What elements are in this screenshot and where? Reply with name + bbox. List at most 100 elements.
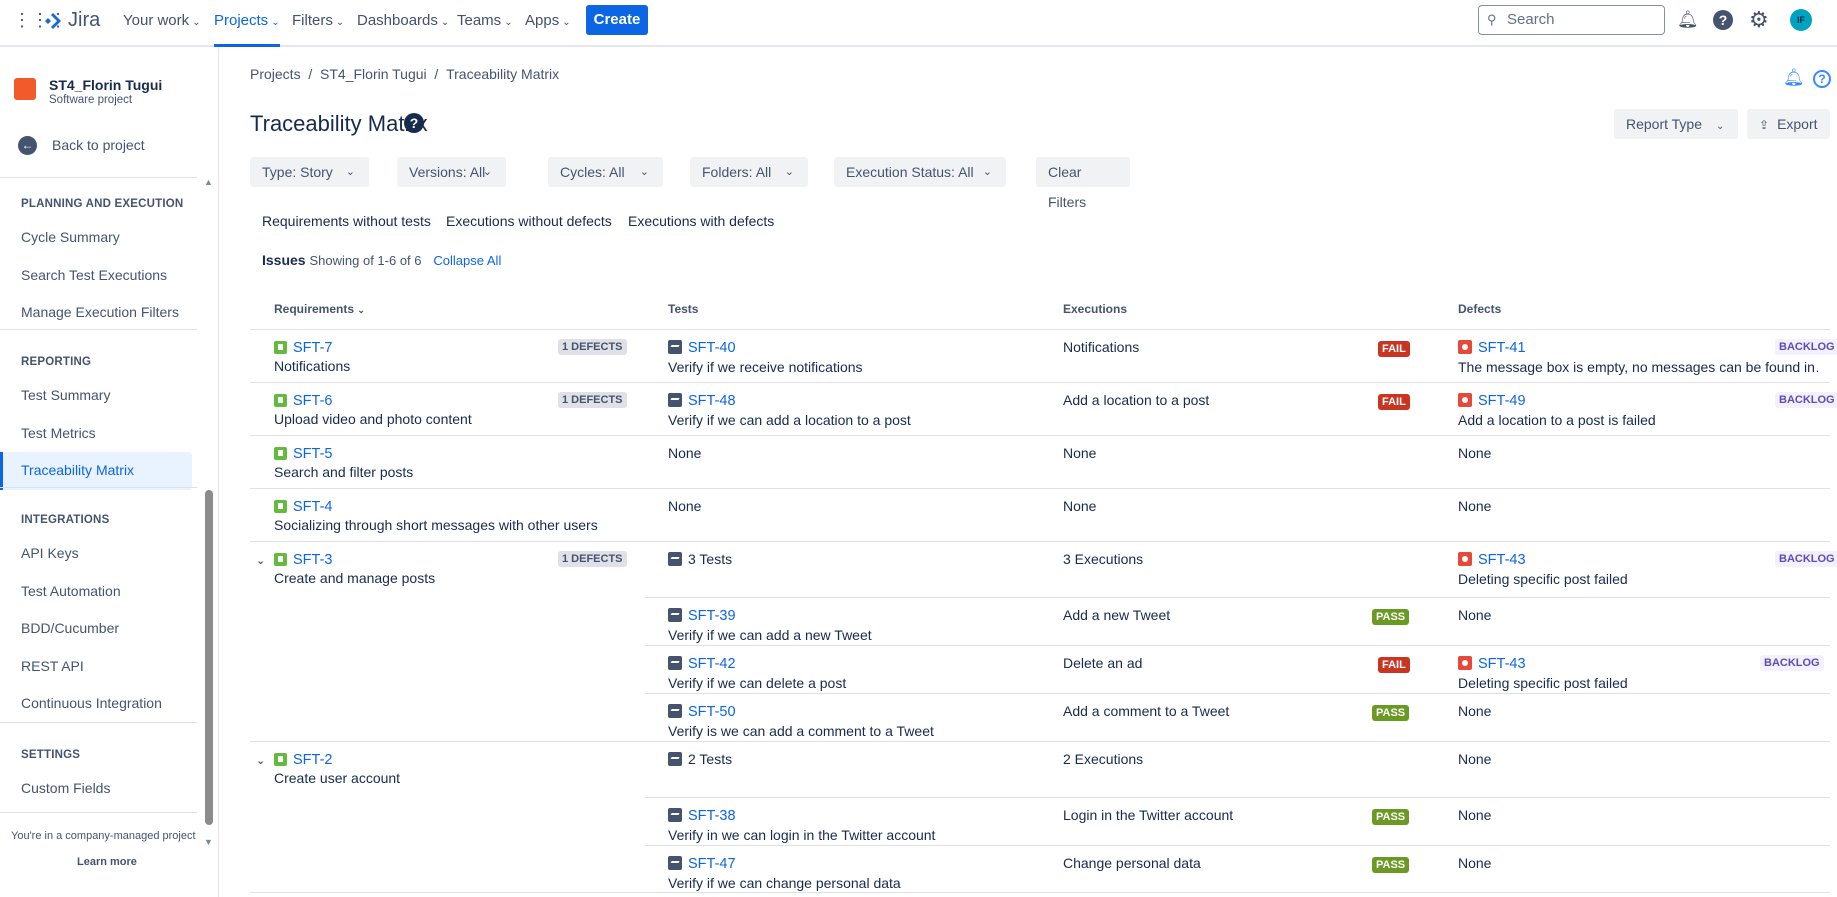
filter-label: Type: Story — [262, 164, 333, 180]
tab-executions-with-defects[interactable]: Executions with defects — [628, 213, 774, 229]
learn-more-link[interactable]: Learn more — [77, 856, 137, 868]
defect-key-link[interactable]: SFT-43 — [1478, 656, 1526, 672]
sidebar-item-bdd-cucumber[interactable]: BDD/Cucumber — [21, 620, 119, 636]
requirement-key-link[interactable]: SFT-7 — [293, 340, 332, 356]
execution-name[interactable]: Notifications — [1063, 339, 1139, 355]
requirement-key[interactable]: SFT-6 — [274, 392, 332, 409]
jira-logo-icon[interactable] — [43, 11, 63, 31]
nav-teams[interactable]: Teams ⌄ — [457, 0, 513, 47]
execution-name[interactable]: Change personal data — [1063, 855, 1201, 871]
filter-cycles[interactable]: Cycles: All ⌄ — [548, 157, 663, 187]
help-icon[interactable]: ? — [1713, 10, 1733, 30]
requirement-key[interactable]: SFT-7 — [274, 339, 332, 356]
back-arrow-icon: ← — [18, 136, 37, 155]
nav-your-work[interactable]: Your work ⌄ — [123, 0, 201, 47]
test-summary: Verify if we can delete a post — [668, 675, 847, 691]
sidebar-item-test-automation[interactable]: Test Automation — [21, 583, 121, 599]
defect-cell: SFT-49 Add a location to a post is failed — [1458, 392, 1818, 428]
create-button[interactable]: Create — [586, 5, 648, 35]
breadcrumb-project[interactable]: ST4_Florin Tugui — [320, 66, 427, 82]
nav-filters[interactable]: Filters ⌄ — [292, 0, 344, 47]
execution-name[interactable]: None — [1063, 498, 1096, 514]
jira-logo-text[interactable]: Jira — [68, 9, 100, 32]
requirement-key[interactable]: SFT-3 — [274, 551, 332, 568]
requirement-key-link[interactable]: SFT-3 — [293, 552, 332, 568]
test-key-link[interactable]: SFT-42 — [688, 656, 736, 672]
filter-folders[interactable]: Folders: All ⌄ — [690, 157, 808, 187]
test-key-link[interactable]: SFT-48 — [688, 393, 736, 409]
requirement-key-link[interactable]: SFT-4 — [293, 499, 332, 515]
test-key-link[interactable]: SFT-50 — [688, 704, 736, 720]
sidebar-item-traceability-matrix[interactable]: Traceability Matrix — [21, 462, 134, 478]
test-key-link[interactable]: SFT-39 — [688, 608, 736, 624]
test-key-link[interactable]: SFT-38 — [688, 808, 736, 824]
sidebar-item-custom-fields[interactable]: Custom Fields — [21, 780, 110, 796]
sidebar-item-api-keys[interactable]: API Keys — [21, 545, 79, 561]
defect-key-link[interactable]: SFT-49 — [1478, 393, 1526, 409]
requirement-key-link[interactable]: SFT-6 — [293, 393, 332, 409]
tab-executions-without-defects[interactable]: Executions without defects — [446, 213, 612, 229]
sidebar-divider — [0, 329, 197, 330]
test-summary: Verify if we can add a location to a pos… — [668, 412, 911, 428]
expand-chevron-icon[interactable]: ⌄ — [256, 554, 265, 567]
requirement-key[interactable]: SFT-2 — [274, 751, 332, 768]
nav-projects[interactable]: Projects ⌄ — [214, 0, 280, 47]
filter-type[interactable]: Type: Story ⌄ — [250, 157, 369, 187]
breadcrumb-projects[interactable]: Projects — [250, 66, 301, 82]
settings-gear-icon[interactable]: ⚙ — [1749, 7, 1769, 33]
export-button[interactable]: ⇪ Export — [1747, 109, 1830, 139]
report-type-dropdown[interactable]: Report Type ⌄ — [1614, 109, 1738, 139]
execution-name[interactable]: 2 Executions — [1063, 751, 1143, 767]
clear-filters-button[interactable]: Clear Filters — [1036, 157, 1130, 210]
help-circle-icon[interactable]: ? — [1813, 70, 1831, 88]
defect-status-badge: BACKLOG — [1775, 551, 1837, 567]
page-title: Traceability Matrix — [250, 111, 428, 136]
execution-name[interactable]: Add a new Tweet — [1063, 607, 1170, 623]
defect-key-link[interactable]: SFT-41 — [1478, 340, 1526, 356]
execution-name[interactable]: Add a location to a post — [1063, 392, 1209, 408]
table-row: SFT-6 Upload video and photo content 1 DEF… — [250, 382, 1837, 436]
requirement-summary: Upload video and photo content — [274, 411, 472, 427]
execution-name[interactable]: Login in the Twitter account — [1063, 807, 1233, 823]
story-icon — [274, 753, 287, 766]
test-key-link[interactable]: SFT-40 — [688, 340, 736, 356]
avatar[interactable]: IF — [1790, 9, 1812, 31]
column-header-requirements[interactable]: Requirements ⌄ — [274, 302, 365, 316]
sidebar-divider — [0, 487, 197, 488]
requirement-key-link[interactable]: SFT-2 — [293, 752, 332, 768]
search-input[interactable]: ⚲ Search — [1478, 5, 1665, 35]
sidebar-section-heading: PLANNING AND EXECUTION — [21, 198, 184, 210]
project-name[interactable]: ST4_Florin Tugui — [49, 77, 162, 93]
back-to-project-link[interactable]: Back to project — [52, 137, 145, 153]
filter-versions[interactable]: Versions: All ⌄ — [397, 157, 506, 187]
sidebar-item-test-summary[interactable]: Test Summary — [21, 387, 110, 403]
tab-requirements-without-tests[interactable]: Requirements without tests — [262, 213, 431, 229]
execution-name[interactable]: 3 Executions — [1063, 551, 1143, 567]
execution-name[interactable]: None — [1063, 445, 1096, 461]
sidebar-item-continuous-integration[interactable]: Continuous Integration — [21, 695, 162, 711]
sidebar-item-manage-execution-filters[interactable]: Manage Execution Filters — [21, 304, 179, 320]
breadcrumb-current[interactable]: Traceability Matrix — [446, 66, 559, 82]
title-help-icon[interactable]: ? — [404, 113, 424, 133]
execution-name[interactable]: Add a comment to a Tweet — [1063, 703, 1229, 719]
table-row: SFT-7 Notifications 1 DEFECTS SFT-40 Verify … — [250, 329, 1837, 382]
nav-apps[interactable]: Apps ⌄ — [525, 0, 571, 47]
requirement-key[interactable]: SFT-4 — [274, 498, 332, 515]
sidebar-item-search-test-executions[interactable]: Search Test Executions — [21, 267, 167, 283]
notifications-icon[interactable]: 🔔︎ — [1677, 10, 1699, 30]
collapse-all-link[interactable]: Collapse All — [433, 253, 501, 268]
sidebar-item-test-metrics[interactable]: Test Metrics — [21, 425, 96, 441]
nav-dashboards[interactable]: Dashboards ⌄ — [357, 0, 449, 47]
expand-chevron-icon[interactable]: ⌄ — [256, 754, 265, 767]
requirement-key-link[interactable]: SFT-5 — [293, 446, 332, 462]
sidebar-item-rest-api[interactable]: REST API — [21, 658, 84, 674]
filter-execution-status[interactable]: Execution Status: All ⌄ — [834, 157, 1006, 187]
test-row: SFT-48 Verify if we can add a location to… — [645, 383, 1837, 436]
defect-key-link[interactable]: SFT-43 — [1478, 552, 1526, 568]
execution-name[interactable]: Delete an ad — [1063, 655, 1142, 671]
sidebar-scrollbar[interactable]: ▲ ▼ — [204, 177, 214, 847]
bell-icon[interactable]: 🔔︎ — [1783, 68, 1805, 88]
sidebar-item-cycle-summary[interactable]: Cycle Summary — [21, 229, 120, 245]
requirement-key[interactable]: SFT-5 — [274, 445, 332, 462]
test-key-link[interactable]: SFT-47 — [688, 856, 736, 872]
